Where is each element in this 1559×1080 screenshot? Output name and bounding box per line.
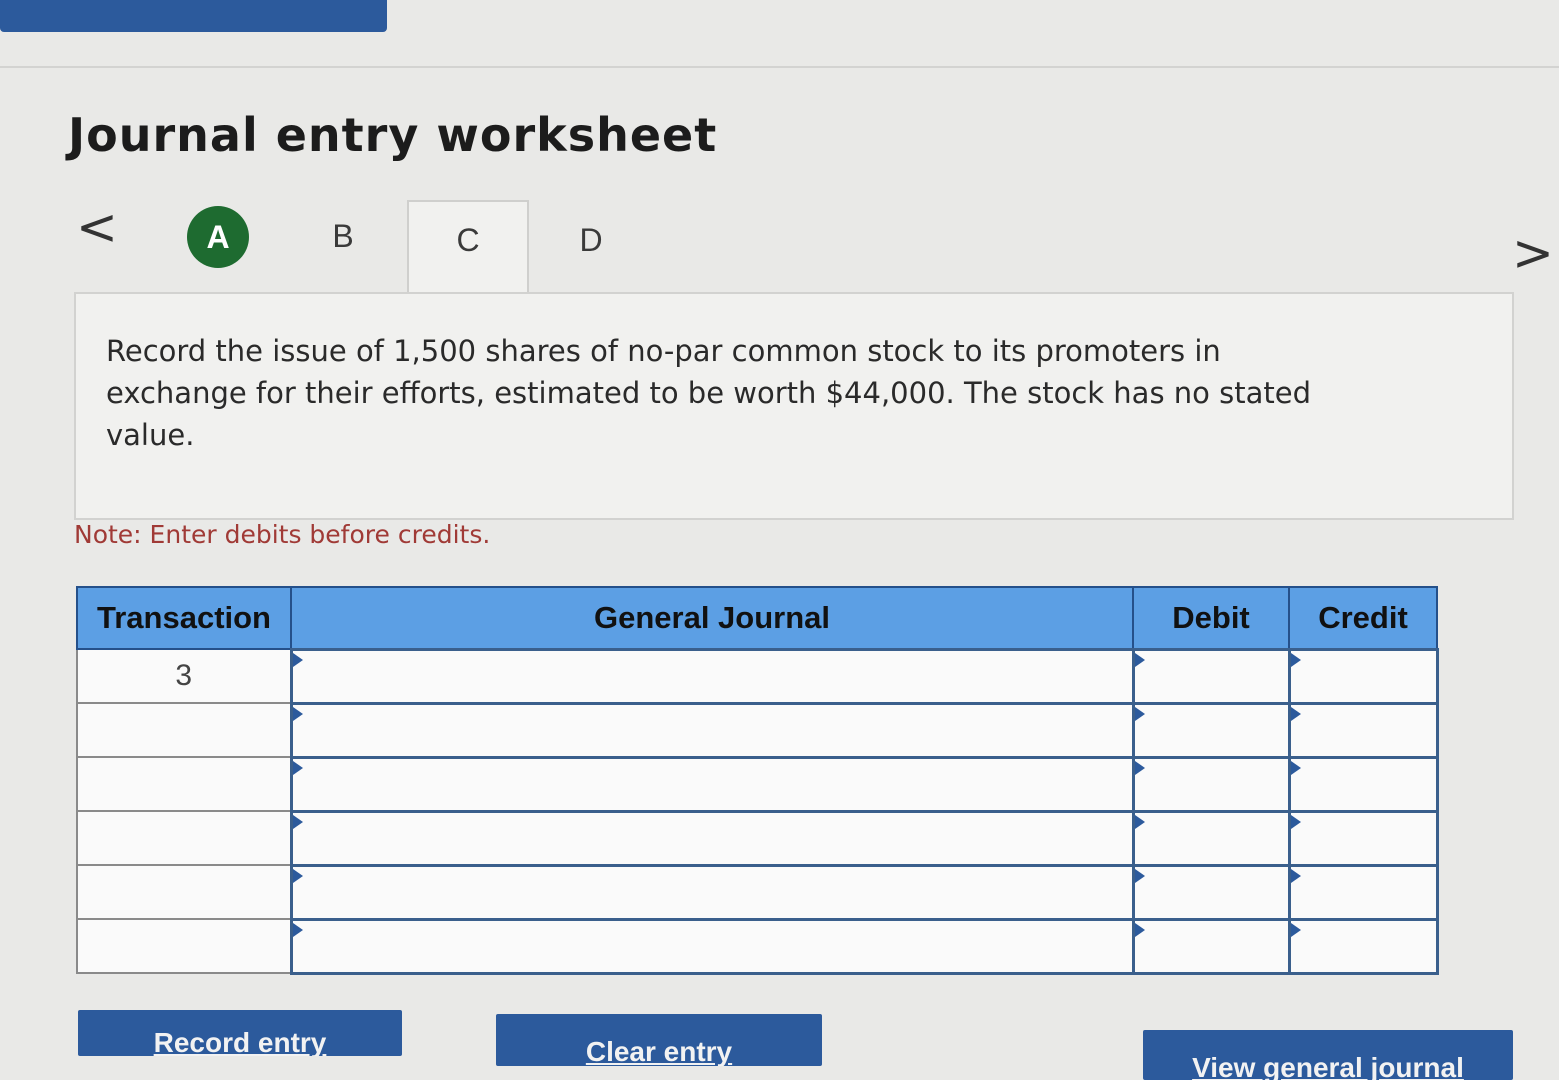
journal-entry-page: Journal entry worksheet < > A B C D Reco… (0, 0, 1559, 1080)
transaction-cell (76, 918, 292, 974)
tab-c[interactable]: C (407, 200, 529, 304)
question-text: Record the issue of 1,500 shares of no-p… (106, 334, 1311, 452)
top-toolbar-button[interactable] (0, 0, 387, 32)
tab-b[interactable]: B (318, 218, 368, 255)
header-credit: Credit (1288, 586, 1438, 650)
header-general-journal: General Journal (290, 586, 1134, 650)
table-row: 3 (76, 647, 1439, 705)
debit-input[interactable] (1131, 701, 1291, 759)
transaction-cell (76, 756, 292, 812)
account-dropdown[interactable] (289, 701, 1135, 759)
view-general-journal-button[interactable]: View general journal (1143, 1030, 1513, 1080)
debit-input[interactable] (1131, 647, 1291, 705)
header-debit: Debit (1132, 586, 1290, 650)
header-divider (0, 66, 1559, 68)
account-dropdown[interactable] (289, 863, 1135, 921)
header-transaction: Transaction (76, 586, 292, 650)
transaction-cell: 3 (76, 648, 292, 704)
credit-input[interactable] (1287, 755, 1439, 813)
debit-input[interactable] (1131, 755, 1291, 813)
journal-entry-table: Transaction General Journal Debit Credit… (76, 586, 1439, 975)
table-row (76, 701, 1439, 759)
record-entry-button[interactable]: Record entry (78, 1010, 402, 1056)
tab-d[interactable]: D (566, 222, 616, 259)
clear-entry-button[interactable]: Clear entry (496, 1014, 822, 1066)
instruction-note: Note: Enter debits before credits. (74, 520, 491, 549)
transaction-cell (76, 864, 292, 920)
chevron-left-icon[interactable]: < (76, 202, 118, 252)
account-dropdown[interactable] (289, 755, 1135, 813)
table-header-row: Transaction General Journal Debit Credit (76, 586, 1438, 650)
tab-a[interactable]: A (187, 206, 249, 268)
credit-input[interactable] (1287, 809, 1439, 867)
credit-input[interactable] (1287, 863, 1439, 921)
account-dropdown[interactable] (289, 917, 1135, 975)
credit-input[interactable] (1287, 917, 1439, 975)
credit-input[interactable] (1287, 701, 1439, 759)
page-title: Journal entry worksheet (68, 108, 718, 162)
account-dropdown[interactable] (289, 809, 1135, 867)
account-dropdown[interactable] (289, 647, 1135, 705)
table-row (76, 809, 1439, 867)
debit-input[interactable] (1131, 863, 1291, 921)
credit-input[interactable] (1287, 647, 1439, 705)
chevron-right-icon[interactable]: > (1512, 228, 1554, 278)
table-row (76, 863, 1439, 921)
transaction-cell (76, 702, 292, 758)
transaction-cell (76, 810, 292, 866)
table-row (76, 755, 1439, 813)
debit-input[interactable] (1131, 917, 1291, 975)
debit-input[interactable] (1131, 809, 1291, 867)
table-row (76, 917, 1439, 975)
